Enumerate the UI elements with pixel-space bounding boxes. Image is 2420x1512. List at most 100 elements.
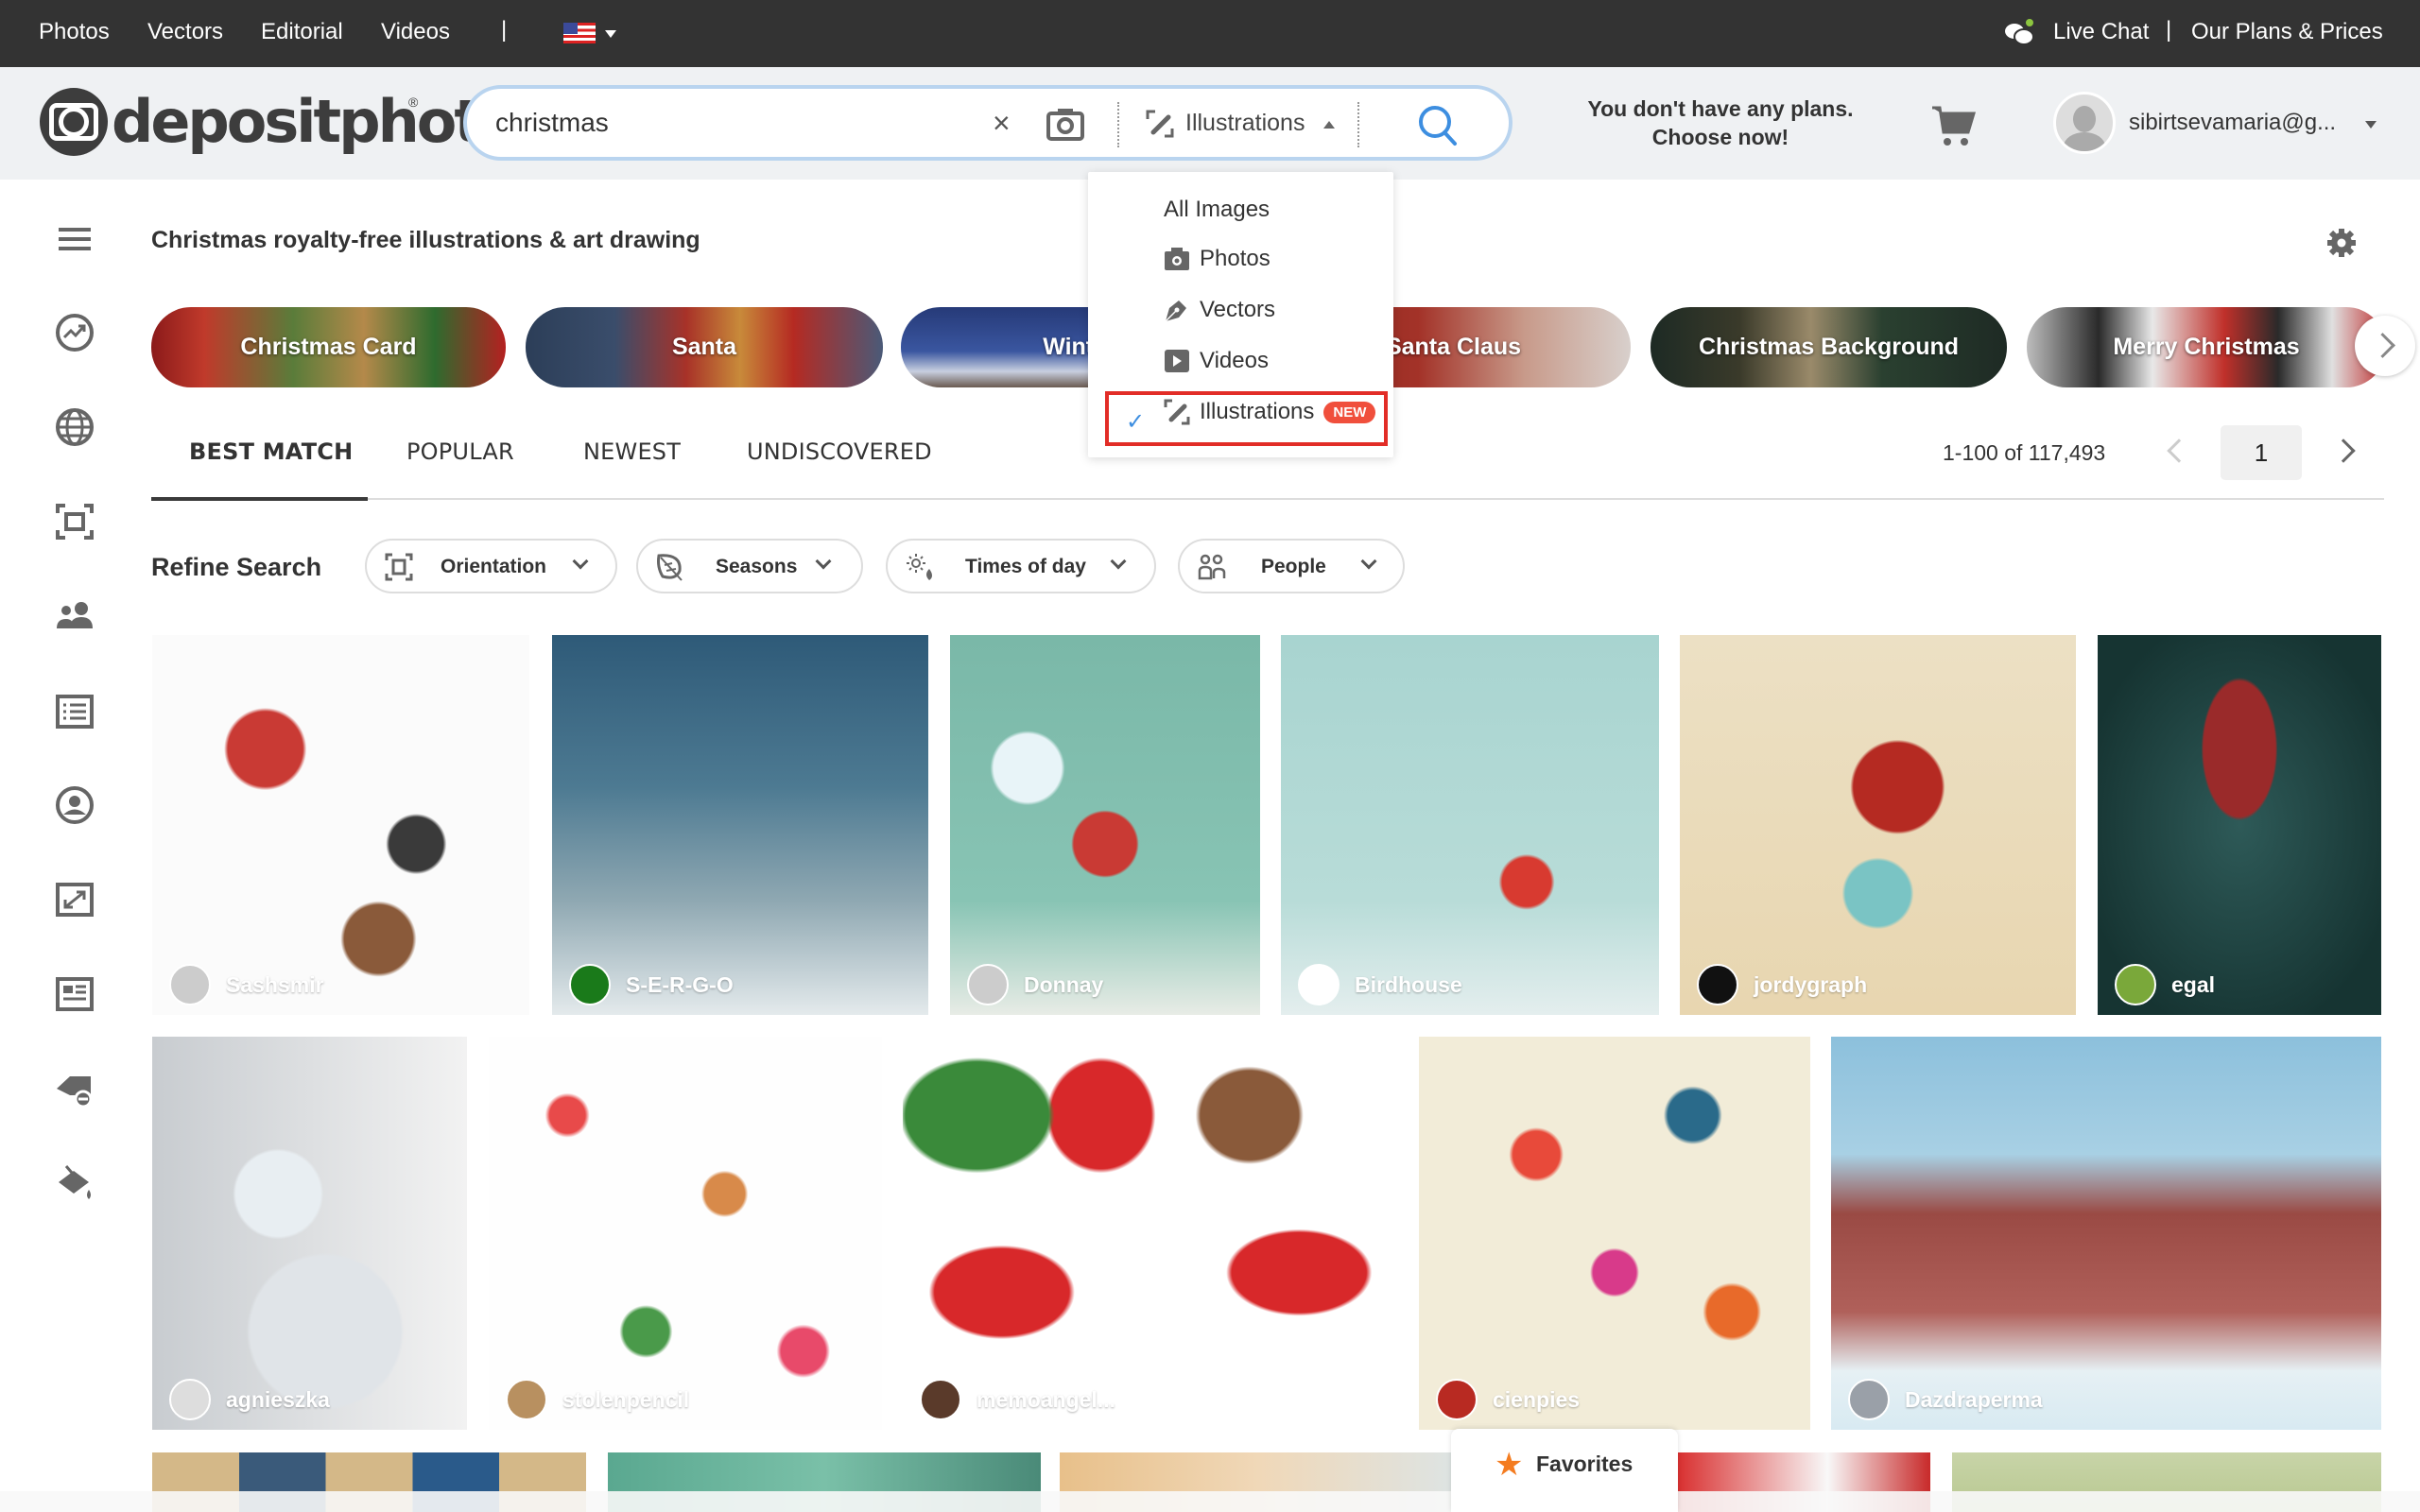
- page-title: Christmas royalty-free illustrations & a…: [151, 227, 700, 253]
- author-badge[interactable]: Donnay: [967, 964, 1103, 1005]
- active-tab-indicator: [151, 497, 368, 501]
- search-bar: × Illustrations: [463, 85, 1512, 161]
- nav-videos[interactable]: Videos: [381, 19, 450, 45]
- author-badge[interactable]: cienpies: [1436, 1379, 1580, 1420]
- option-label: Photos: [1200, 246, 1270, 271]
- option-vectors[interactable]: Vectors: [1164, 297, 1275, 323]
- option-label: Illustrations: [1200, 399, 1315, 424]
- illustration-icon: [1164, 399, 1190, 425]
- gear-icon[interactable]: [2325, 227, 2358, 259]
- option-label: All Images: [1164, 197, 1270, 222]
- author-name: S-E-R-G-O: [626, 971, 734, 997]
- chip-merry-christmas[interactable]: Merry Christmas: [2027, 307, 2386, 387]
- play-icon: [1165, 350, 1189, 372]
- chip-santa[interactable]: Santa: [526, 307, 883, 387]
- new-badge: NEW: [1323, 401, 1376, 423]
- nav-photos[interactable]: Photos: [39, 19, 110, 45]
- filter-times-of-day-label: Times of day: [965, 556, 1086, 577]
- bottom-fade: [0, 1491, 2420, 1512]
- clear-search-button[interactable]: ×: [993, 106, 1011, 141]
- logo-camera-icon: [40, 88, 108, 156]
- tab-undiscovered[interactable]: UNDISCOVERED: [747, 438, 932, 465]
- result-tile[interactable]: S-E-R-G-O: [552, 635, 928, 1015]
- refine-search-label: Refine Search: [151, 553, 322, 581]
- resize-icon[interactable]: [53, 878, 96, 921]
- plans-message[interactable]: You don't have any plans. Choose now!: [1550, 94, 1891, 151]
- globe-icon[interactable]: [53, 405, 96, 449]
- chevron-down-icon: [1110, 553, 1127, 570]
- result-tile[interactable]: Donnay: [950, 635, 1260, 1015]
- plans-prices-link[interactable]: Our Plans & Prices: [2191, 19, 2383, 45]
- author-avatar: [967, 964, 1009, 1005]
- page-number-input[interactable]: 1: [2221, 425, 2302, 480]
- chevron-down-icon: [1360, 553, 1377, 570]
- result-tile[interactable]: jordygraph: [1680, 635, 2076, 1015]
- nav-vectors[interactable]: Vectors: [147, 19, 223, 45]
- people-icon[interactable]: [53, 594, 96, 638]
- paint-bucket-icon[interactable]: [53, 1161, 96, 1205]
- user-email[interactable]: sibirtsevamaria@g...: [2129, 110, 2336, 136]
- tab-popular[interactable]: POPULAR: [406, 438, 514, 465]
- next-page-button[interactable]: [2331, 438, 2356, 463]
- tab-best-match[interactable]: BEST MATCH: [189, 438, 353, 465]
- author-badge[interactable]: S-E-R-G-O: [569, 964, 734, 1005]
- result-tile[interactable]: egal: [2098, 635, 2381, 1015]
- author-name: Donnay: [1024, 971, 1104, 997]
- author-badge[interactable]: stolenpencil: [506, 1379, 689, 1420]
- user-avatar[interactable]: [2053, 92, 2116, 154]
- result-tile[interactable]: Dazdraperma: [1831, 1037, 2381, 1430]
- author-avatar: [569, 964, 611, 1005]
- trending-icon[interactable]: [53, 311, 96, 354]
- tag-icon[interactable]: [53, 1067, 96, 1110]
- filter-orientation[interactable]: Orientation: [365, 539, 617, 593]
- nav-editorial[interactable]: Editorial: [261, 19, 343, 45]
- author-badge[interactable]: Dazdraperma: [1848, 1379, 2043, 1420]
- result-tile[interactable]: cienpies: [1419, 1037, 1810, 1430]
- plans-message-line1: You don't have any plans.: [1587, 96, 1854, 121]
- cart-icon[interactable]: [1930, 104, 1978, 147]
- author-name: Birdhouse: [1355, 971, 1462, 997]
- tab-newest[interactable]: NEWEST: [583, 438, 681, 465]
- menu-icon[interactable]: [53, 217, 96, 261]
- filter-people[interactable]: People: [1178, 539, 1405, 593]
- author-name: egal: [2171, 971, 2216, 997]
- author-badge[interactable]: egal: [2115, 964, 2215, 1005]
- caret-down-icon: [605, 30, 616, 38]
- result-tile[interactable]: memoangel...: [903, 1037, 1398, 1430]
- option-all-images[interactable]: All Images: [1164, 197, 1270, 223]
- option-label: Vectors: [1200, 297, 1276, 322]
- filter-seasons[interactable]: Seasons: [636, 539, 863, 593]
- article-icon[interactable]: [53, 972, 96, 1016]
- author-badge[interactable]: memoangel...: [920, 1379, 1115, 1420]
- author-badge[interactable]: Birdhouse: [1298, 964, 1462, 1005]
- list-icon[interactable]: [53, 690, 96, 733]
- chip-christmas-card[interactable]: Christmas Card: [151, 307, 506, 387]
- favorites-tab[interactable]: ★ Favorites: [1451, 1429, 1678, 1512]
- result-tile[interactable]: Birdhouse: [1281, 635, 1659, 1015]
- author-avatar: [506, 1379, 547, 1420]
- filter-times-of-day[interactable]: Times of day: [886, 539, 1156, 593]
- author-badge[interactable]: jordygraph: [1697, 964, 1867, 1005]
- prev-page-button[interactable]: [2167, 438, 2191, 463]
- option-videos[interactable]: Videos: [1164, 348, 1269, 374]
- illustration-icon: [1146, 110, 1174, 138]
- user-menu-caret-icon[interactable]: [2365, 121, 2377, 129]
- result-tile[interactable]: agnieszka: [152, 1037, 467, 1430]
- chip-christmas-background[interactable]: Christmas Background: [1651, 307, 2007, 387]
- caret-up-icon: [1323, 121, 1335, 129]
- result-tile[interactable]: Sashsmir: [152, 635, 529, 1015]
- author-avatar: [169, 964, 211, 1005]
- option-illustrations[interactable]: Illustrations NEW: [1164, 399, 1376, 425]
- author-name: jordygraph: [1754, 971, 1868, 997]
- option-photos[interactable]: Photos: [1164, 246, 1270, 272]
- result-tile[interactable]: stolenpencil: [489, 1037, 882, 1430]
- author-badge[interactable]: Sashsmir: [169, 964, 324, 1005]
- account-circle-icon[interactable]: [53, 783, 96, 827]
- content-type-label: Illustrations: [1185, 110, 1305, 136]
- author-badge[interactable]: agnieszka: [169, 1379, 330, 1420]
- nav-separator: |: [501, 17, 508, 43]
- chips-next-button[interactable]: [2355, 316, 2415, 376]
- camera-search-icon[interactable]: [1046, 106, 1085, 142]
- search-icon[interactable]: [1415, 102, 1461, 147]
- focus-frame-icon[interactable]: [53, 500, 96, 543]
